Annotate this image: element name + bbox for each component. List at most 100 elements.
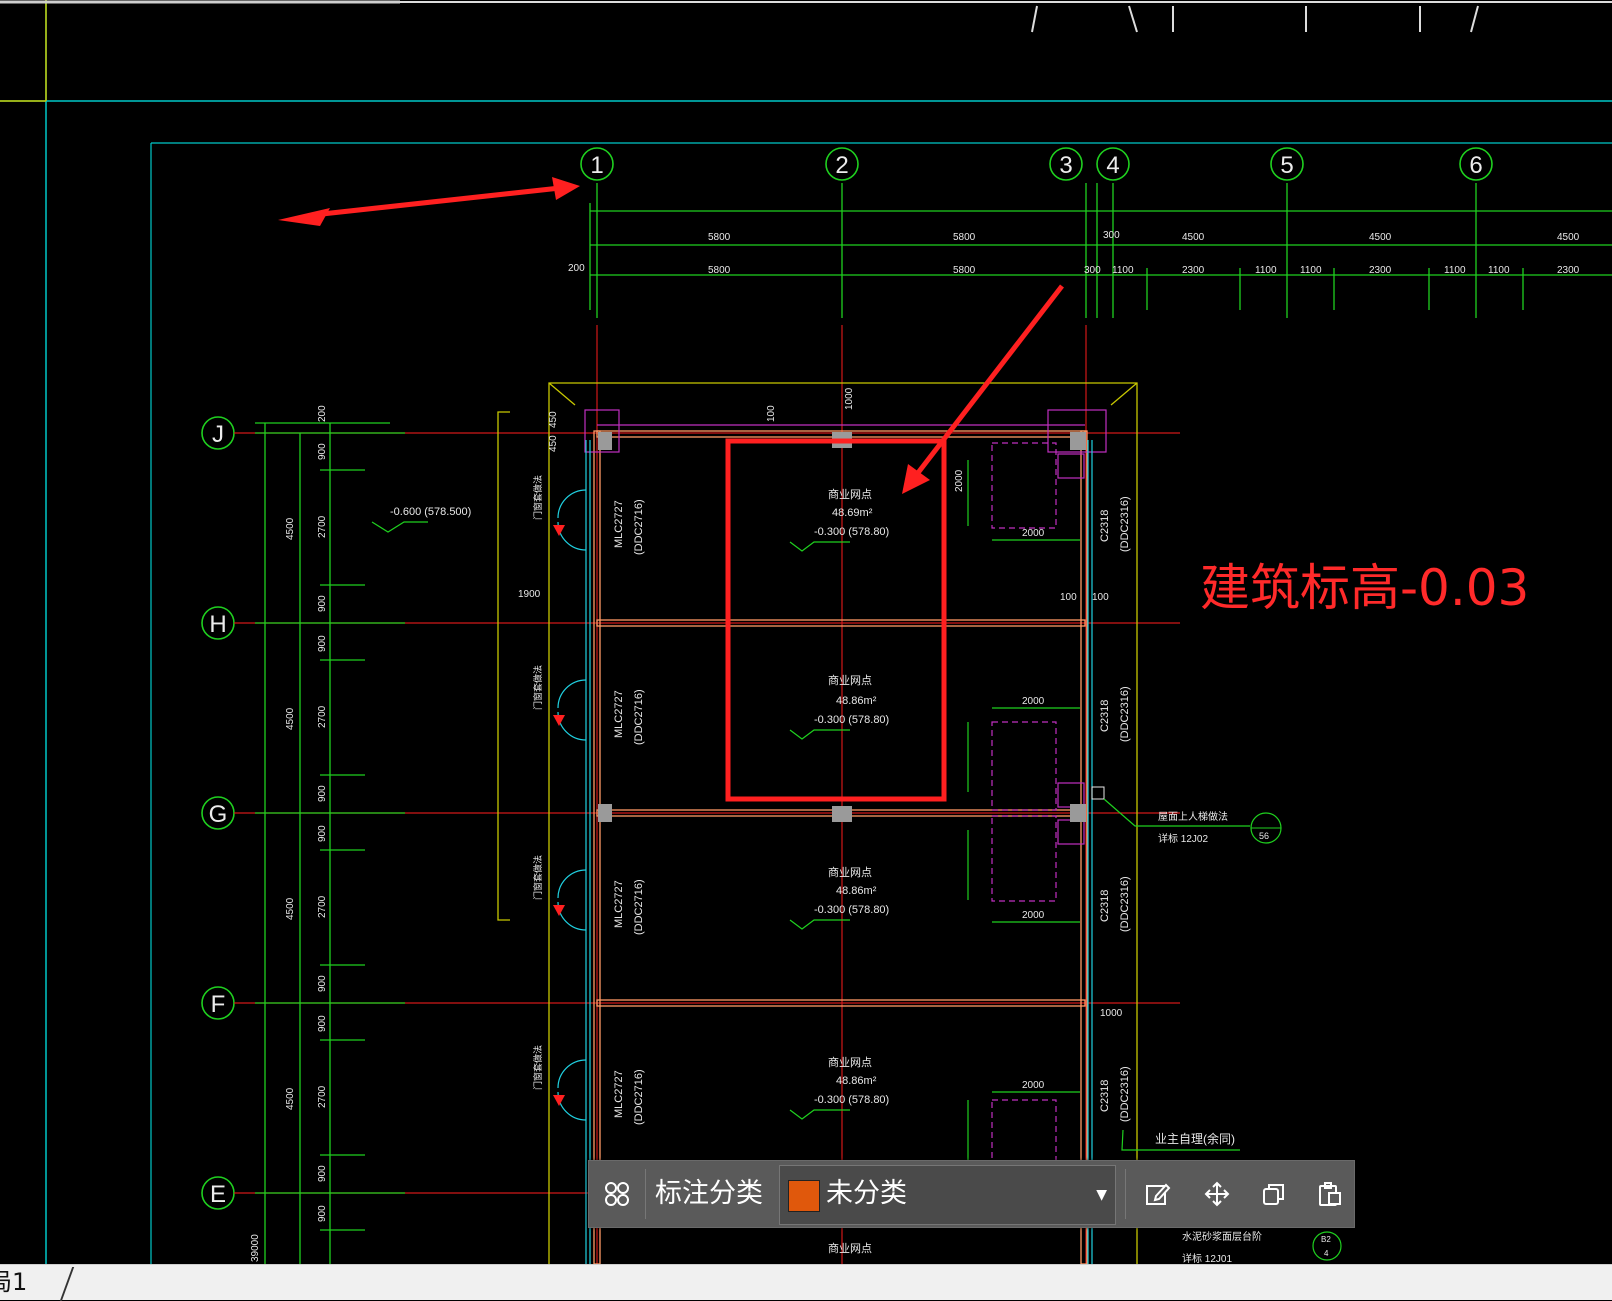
svg-text:2700: 2700: [317, 895, 328, 918]
svg-text:-0.300 (578.80): -0.300 (578.80): [814, 904, 889, 916]
svg-text:2700: 2700: [317, 705, 328, 728]
layout-tab[interactable]: 局1: [0, 1265, 45, 1299]
svg-text:详标 12J01: 详标 12J01: [1182, 1252, 1232, 1264]
svg-text:(DDC2716): (DDC2716): [633, 1069, 645, 1125]
svg-text:200: 200: [568, 263, 585, 274]
svg-text:900: 900: [317, 595, 328, 612]
svg-text:450: 450: [548, 435, 559, 452]
svg-text:J: J: [212, 421, 224, 448]
svg-text:1900: 1900: [518, 589, 541, 600]
svg-text:5800: 5800: [953, 265, 976, 276]
svg-text:2000: 2000: [1022, 1080, 1045, 1091]
svg-text:48.86m²: 48.86m²: [836, 695, 877, 707]
svg-text:5800: 5800: [708, 265, 731, 276]
cad-drawing-canvas[interactable]: 5800 5800 300 4500 4500 4500 200 5800 58…: [0, 0, 1612, 1264]
svg-text:4500: 4500: [285, 517, 296, 540]
svg-text:900: 900: [317, 1015, 328, 1032]
svg-text:(DDC2716): (DDC2716): [633, 689, 645, 745]
svg-text:4500: 4500: [1182, 232, 1205, 243]
svg-text:2300: 2300: [1182, 265, 1205, 276]
svg-text:5800: 5800: [708, 232, 731, 243]
svg-text:门窗套做法: 门窗套做法: [532, 475, 543, 520]
svg-text:商业网点: 商业网点: [828, 1241, 872, 1255]
svg-text:G: G: [209, 801, 228, 828]
svg-text:900: 900: [317, 443, 328, 460]
svg-text:(DDC2316): (DDC2316): [1119, 686, 1131, 742]
category-label: 标注分类: [655, 1178, 763, 1209]
svg-text:-0.300 (578.80): -0.300 (578.80): [814, 714, 889, 726]
move-icon[interactable]: [1196, 1173, 1238, 1215]
svg-text:100: 100: [1060, 592, 1077, 603]
svg-text:2700: 2700: [317, 515, 328, 538]
svg-text:详标 12J02: 详标 12J02: [1158, 832, 1208, 845]
category-dropdown[interactable]: 未分类 ▼: [779, 1165, 1116, 1225]
svg-text:-0.300 (578.80): -0.300 (578.80): [814, 1094, 889, 1106]
svg-text:900: 900: [317, 975, 328, 992]
svg-text:门窗套做法: 门窗套做法: [532, 665, 543, 710]
svg-text:1000: 1000: [844, 387, 855, 410]
chevron-down-icon[interactable]: ▼: [1096, 1187, 1107, 1203]
svg-text:1100: 1100: [1300, 265, 1322, 276]
svg-text:1100: 1100: [1112, 265, 1134, 276]
svg-text:(DDC2316): (DDC2316): [1119, 1066, 1131, 1122]
svg-text:2000: 2000: [1022, 528, 1045, 539]
svg-text:(DDC2316): (DDC2316): [1119, 496, 1131, 552]
svg-text:200: 200: [317, 405, 328, 422]
svg-text:-0.300 (578.80): -0.300 (578.80): [814, 526, 889, 538]
svg-text:900: 900: [317, 1165, 328, 1182]
category-color-swatch: [788, 1180, 820, 1212]
category-selected-value: 未分类: [826, 1178, 907, 1209]
svg-text:4500: 4500: [1557, 232, 1580, 243]
svg-text:C2318: C2318: [1099, 700, 1111, 732]
svg-text:商业网点: 商业网点: [828, 673, 872, 687]
svg-text:门窗套做法: 门窗套做法: [532, 855, 543, 900]
svg-text:1100: 1100: [1444, 265, 1466, 276]
svg-text:MLC2727: MLC2727: [613, 1070, 625, 1118]
copy-icon[interactable]: [1253, 1173, 1295, 1215]
svg-text:4500: 4500: [285, 1087, 296, 1110]
toolbar-separator: [645, 1169, 646, 1219]
elevation-annotation: 建筑标高-0.03: [1200, 559, 1530, 617]
svg-text:2300: 2300: [1369, 265, 1392, 276]
svg-text:450: 450: [548, 411, 559, 428]
svg-text:2: 2: [835, 152, 848, 179]
svg-text:5800: 5800: [953, 232, 976, 243]
svg-text:2000: 2000: [1022, 910, 1045, 921]
svg-text:-0.600 (578.500): -0.600 (578.500): [390, 506, 471, 518]
svg-text:39000: 39000: [250, 1234, 261, 1262]
svg-text:C2318: C2318: [1099, 1080, 1111, 1112]
svg-text:4: 4: [1324, 1249, 1329, 1258]
svg-text:100: 100: [1092, 592, 1109, 603]
svg-text:C2318: C2318: [1099, 890, 1111, 922]
annotation-toolbar: 标注分类 未分类 ▼: [588, 1160, 1355, 1228]
svg-text:2000: 2000: [954, 469, 965, 492]
edit-icon[interactable]: [1137, 1173, 1179, 1215]
grid-icon[interactable]: [601, 1178, 633, 1210]
svg-text:6: 6: [1469, 152, 1482, 179]
svg-text:4500: 4500: [285, 897, 296, 920]
svg-text:4500: 4500: [285, 707, 296, 730]
svg-text:1100: 1100: [1488, 265, 1510, 276]
svg-text:E: E: [210, 1181, 226, 1208]
svg-text:MLC2727: MLC2727: [613, 690, 625, 738]
svg-text:(DDC2716): (DDC2716): [633, 499, 645, 555]
svg-text:H: H: [209, 611, 226, 638]
svg-text:商业网点: 商业网点: [828, 487, 872, 501]
svg-text:48.69m²: 48.69m²: [832, 507, 873, 519]
svg-text:2700: 2700: [317, 1085, 328, 1108]
paste-icon[interactable]: [1309, 1173, 1351, 1215]
svg-text:3: 3: [1059, 152, 1072, 179]
svg-text:MLC2727: MLC2727: [613, 500, 625, 548]
svg-text:48.86m²: 48.86m²: [836, 885, 877, 897]
svg-text:900: 900: [317, 785, 328, 802]
tab-divider: [59, 1267, 75, 1301]
svg-text:C2318: C2318: [1099, 510, 1111, 542]
svg-text:MLC2727: MLC2727: [613, 880, 625, 928]
svg-text:门窗套做法: 门窗套做法: [532, 1045, 543, 1090]
svg-text:1100: 1100: [1255, 265, 1277, 276]
svg-text:56: 56: [1259, 831, 1269, 841]
svg-text:F: F: [211, 991, 226, 1018]
svg-text:2000: 2000: [1022, 696, 1045, 707]
svg-text:4: 4: [1106, 152, 1119, 179]
svg-text:商业网点: 商业网点: [828, 1055, 872, 1069]
